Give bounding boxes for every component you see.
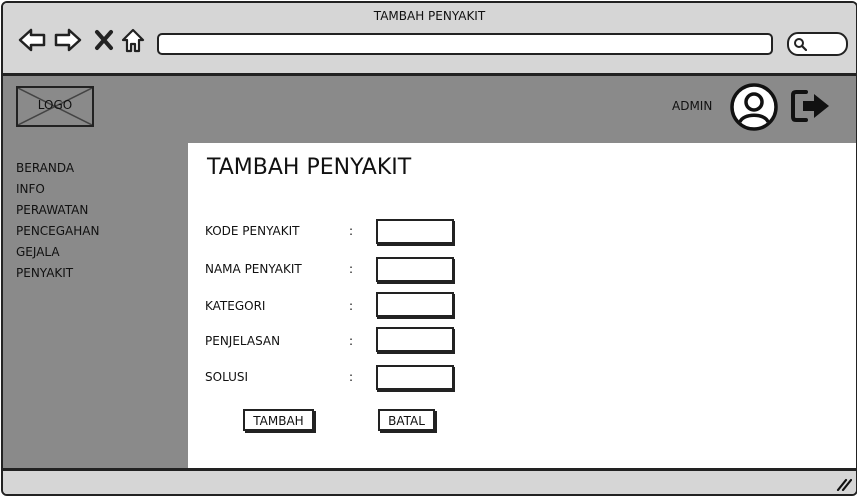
forward-arrow-icon[interactable] (53, 25, 83, 55)
field-separator: : (349, 334, 354, 348)
close-icon[interactable] (91, 25, 121, 55)
app-header: LOGO ADMIN (3, 76, 856, 143)
page-title: TAMBAH PENYAKIT (207, 155, 412, 180)
kode-penyakit-input[interactable] (376, 219, 454, 244)
tambah-button[interactable]: TAMBAH (243, 409, 314, 431)
sidebar-item-gejala[interactable]: GEJALA (16, 245, 60, 259)
nama-penyakit-input[interactable] (376, 257, 454, 282)
status-bar (3, 468, 856, 494)
browser-toolbar: TAMBAH PENYAKIT (3, 3, 856, 76)
penjelasan-label: PENJELASAN (205, 334, 281, 348)
batal-button[interactable]: BATAL (378, 409, 435, 431)
sidebar-item-beranda[interactable]: BERANDA (16, 161, 74, 175)
window-title: TAMBAH PENYAKIT (373, 9, 486, 23)
field-separator: : (349, 224, 354, 238)
logo[interactable]: LOGO (16, 86, 94, 127)
user-avatar-icon[interactable] (730, 83, 778, 131)
address-bar[interactable] (157, 33, 773, 55)
sidebar-item-penyakit[interactable]: PENYAKIT (16, 266, 73, 280)
browser-window: TAMBAH PENYAKIT LOGO ADMIN BERANDA INFO … (1, 1, 857, 496)
solusi-label: SOLUSI (205, 370, 249, 384)
sidebar-item-pencegahan[interactable]: PENCEGAHAN (16, 224, 99, 238)
main-content: TAMBAH PENYAKIT KODE PENYAKIT : NAMA PEN… (188, 143, 856, 468)
kategori-input[interactable] (376, 292, 454, 317)
home-icon[interactable] (119, 25, 149, 55)
user-label: ADMIN (672, 99, 713, 113)
solusi-input[interactable] (376, 365, 454, 390)
kode-penyakit-label: KODE PENYAKIT (205, 224, 300, 238)
resize-grip-icon[interactable] (836, 477, 852, 491)
sidebar-item-info[interactable]: INFO (16, 182, 45, 196)
search-icon (794, 38, 807, 51)
back-arrow-icon[interactable] (17, 25, 47, 55)
nama-penyakit-label: NAMA PENYAKIT (205, 262, 302, 276)
sidebar: BERANDA INFO PERAWATAN PENCEGAHAN GEJALA… (3, 143, 188, 468)
logout-icon[interactable] (790, 88, 832, 124)
field-separator: : (349, 370, 354, 384)
field-separator: : (349, 299, 354, 313)
penjelasan-input[interactable] (376, 327, 454, 352)
kategori-label: KATEGORI (205, 299, 266, 313)
browser-search-field[interactable] (787, 32, 848, 56)
field-separator: : (349, 262, 354, 276)
sidebar-item-perawatan[interactable]: PERAWATAN (16, 203, 88, 217)
logo-text: LOGO (37, 98, 73, 112)
